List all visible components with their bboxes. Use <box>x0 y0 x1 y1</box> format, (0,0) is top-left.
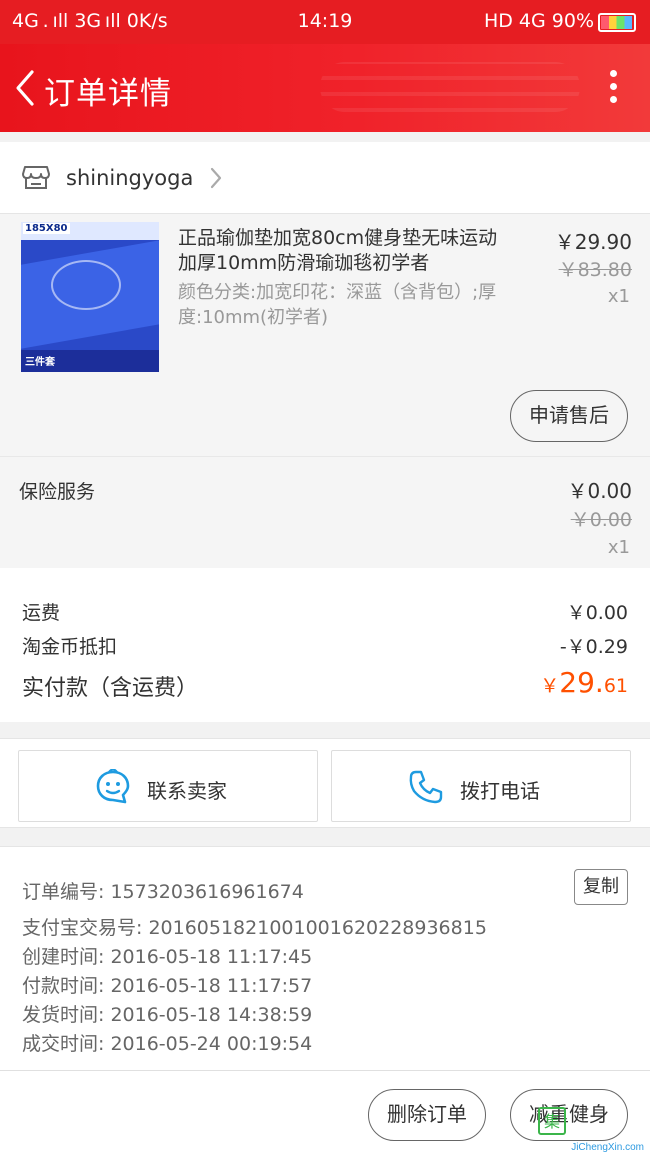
product-spec: 颜色分类:加宽印花：深蓝（含背包）;厚度:10mm(初学者) <box>178 282 497 328</box>
created-time: 创建时间: 2016-05-18 11:17:45 <box>22 946 313 968</box>
contact-bar: 联系卖家 拨打电话 <box>0 738 650 828</box>
title-bar: 订单详情 <box>0 44 650 132</box>
phone-icon <box>409 770 443 804</box>
call-phone-label: 拨打电话 <box>460 779 540 803</box>
total-decimal: 61 <box>603 675 628 697</box>
product-thumbnail[interactable]: 185X80 三件套 <box>21 222 159 372</box>
status-right: HD 4G 90% <box>483 10 594 32</box>
watermark-logo-icon: 集 <box>538 1107 566 1135</box>
coin-deduction-row: 淘金币抵扣 -￥0.29 <box>22 632 628 659</box>
total-label: 实付款（含运费） <box>22 676 199 701</box>
contact-seller-label: 联系卖家 <box>147 779 227 803</box>
site-watermark: 集 JiChengXin.com <box>528 1103 648 1155</box>
contact-seller-button[interactable]: 联系卖家 <box>18 750 318 822</box>
paid-time: 付款时间: 2016-05-18 11:17:57 <box>22 975 313 997</box>
product-item[interactable]: 185X80 三件套 正品瑜伽垫加宽80cm健身垫无味运动加厚10mm防滑瑜珈毯… <box>0 214 650 456</box>
call-phone-button[interactable]: 拨打电话 <box>331 750 631 822</box>
product-original-price: ￥83.80 <box>558 259 632 281</box>
insurance-label: 保险服务 <box>19 481 96 503</box>
status-bar: 4G . ıll 3G ıll 0K/s 14:19 HD 4G 90% <box>0 0 650 44</box>
more-menu-icon[interactable] <box>608 70 618 106</box>
insurance-original-price: ￥0.00 <box>570 509 632 531</box>
product-quantity: x1 <box>607 286 630 307</box>
total-integer: 29. <box>559 666 604 699</box>
page-title: 订单详情 <box>44 76 172 112</box>
insurance-price: ￥0.00 <box>567 479 632 503</box>
shipped-time: 发货时间: 2016-05-18 14:38:59 <box>22 1004 313 1026</box>
payment-summary: 运费 ￥0.00 淘金币抵扣 -￥0.29 实付款（含运费） ￥29.61 <box>0 568 650 722</box>
insurance-quantity: x1 <box>607 537 630 558</box>
watermark-text: JiChengXin.com <box>571 1142 644 1153</box>
store-icon <box>22 166 50 189</box>
product-title: 正品瑜伽垫加宽80cm健身垫无味运动加厚10mm防滑瑜珈毯初学者 <box>178 227 498 274</box>
order-info: 订单编号: 1573203616961674 复制 支付宝交易号: 201605… <box>0 846 650 1070</box>
order-number: 订单编号: 1573203616961674 <box>22 881 304 903</box>
insurance-item: 保险服务 ￥0.00 ￥0.00 x1 <box>0 456 650 568</box>
chat-bubble-icon <box>96 769 130 804</box>
shipping-label: 运费 <box>22 602 61 624</box>
battery-icon <box>598 13 636 32</box>
total-currency: ￥ <box>540 675 560 697</box>
footer-actions: 删除订单 减重健身 集 JiChengXin.com <box>0 1070 650 1155</box>
shop-row[interactable]: shiningyoga <box>0 142 650 214</box>
completed-time: 成交时间: 2016-05-24 00:19:54 <box>22 1033 313 1055</box>
after-sale-button[interactable]: 申请售后 <box>510 390 628 442</box>
chevron-right-icon <box>210 167 222 189</box>
total-value: ￥29.61 <box>540 666 628 699</box>
shipping-value: ￥0.00 <box>566 602 628 624</box>
back-arrow-icon[interactable] <box>12 68 40 108</box>
shop-name: shiningyoga <box>66 166 194 190</box>
coin-value: -￥0.29 <box>559 636 628 658</box>
product-price: ￥29.90 <box>554 230 632 254</box>
thumb-set-label: 三件套 <box>25 357 55 368</box>
thumb-size-label: 185X80 <box>23 223 70 234</box>
alipay-number: 支付宝交易号: 2016051821001001620228936815 <box>22 917 487 939</box>
total-row: 实付款（含运费） ￥29.61 <box>22 666 628 702</box>
delete-order-button[interactable]: 删除订单 <box>368 1089 486 1141</box>
coin-label: 淘金币抵扣 <box>22 636 118 658</box>
copy-button[interactable]: 复制 <box>574 869 628 905</box>
shipping-row: 运费 ￥0.00 <box>22 598 628 625</box>
